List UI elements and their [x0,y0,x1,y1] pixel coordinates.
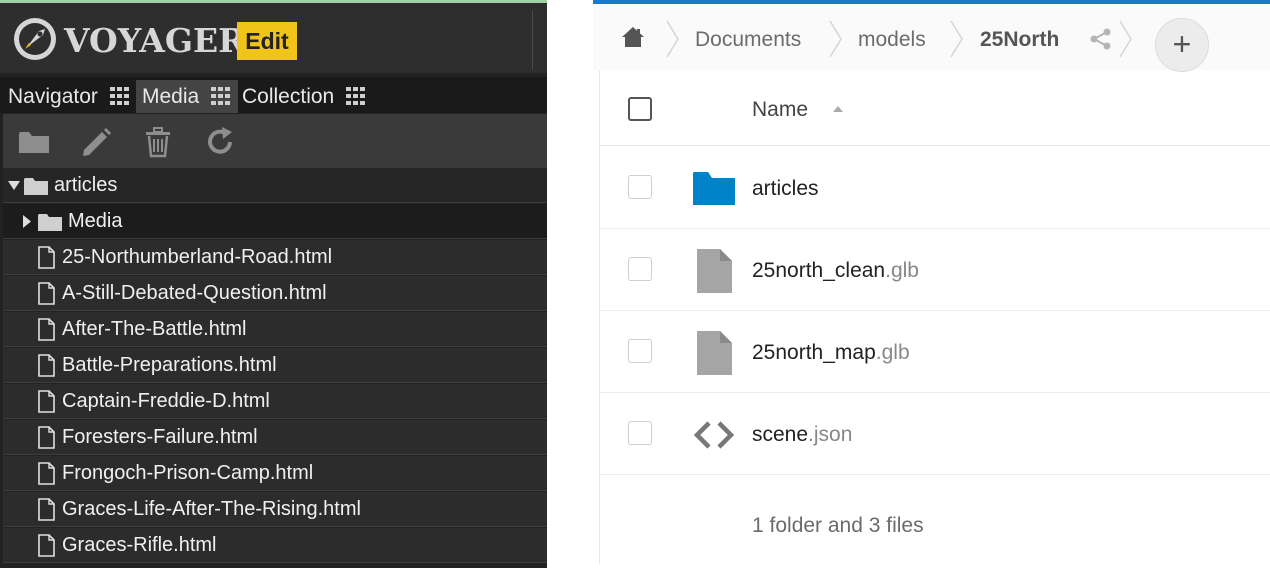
file-label: Foresters-Failure.html [62,426,258,448]
file-extension: .json [808,423,853,446]
file-row[interactable]: scene.json [600,393,1270,475]
file-label: Graces-Rifle.html [62,534,217,556]
folder-icon [693,172,735,205]
caret-down-icon[interactable] [8,181,20,191]
tree-file[interactable]: Graces-Rifle.html [3,528,547,563]
add-new-button[interactable]: + [1155,18,1209,72]
chevron-right-icon [1119,20,1132,58]
media-toolbar [3,114,547,168]
file-base-name: articles [752,177,819,200]
sort-ascending-icon[interactable] [832,104,844,114]
breadcrumb: Documents models 25North + [593,4,1270,72]
chevron-right-icon [950,20,963,58]
file-icon [697,249,732,293]
file-icon [38,246,55,269]
file-icon [38,282,55,305]
tree-file[interactable]: 25-Northumberland-Road.html [3,240,547,275]
file-icon [38,462,55,485]
tab-collection[interactable]: Collection [236,80,384,113]
tree-file[interactable]: Foresters-Failure.html [3,420,547,455]
tree-file[interactable]: A-Still-Debated-Question.html [3,276,547,311]
tab-navigator[interactable]: Navigator [2,80,134,113]
folder-icon [38,214,62,231]
file-name[interactable]: 25north_clean.glb [752,259,919,283]
file-extension: .glb [885,259,919,282]
file-icon [38,318,55,341]
tree-file[interactable]: Frongoch-Prison-Camp.html [3,456,547,491]
row-checkbox[interactable] [628,339,652,363]
select-all-checkbox[interactable] [628,97,652,121]
folder-icon[interactable] [18,126,50,158]
grid-icon[interactable] [346,87,366,105]
header-divider [532,11,533,69]
file-extension: .glb [875,341,910,364]
edit-mode-badge[interactable]: Edit [237,22,297,60]
voyager-panel: VOYAGER Edit Navigator Media Collection [0,0,547,568]
file-icon [38,354,55,377]
breadcrumb-documents[interactable]: Documents [695,28,801,52]
file-label: After-The-Battle.html [62,318,247,340]
files-panel: Documents models 25North + Name articles [593,0,1270,568]
grid-icon[interactable] [109,87,130,105]
row-checkbox[interactable] [628,257,652,281]
tree-folder-articles[interactable]: articles [3,168,547,203]
media-tree: articles Media 25-Northumberland-Road.ht… [3,168,547,568]
app-title: VOYAGER [64,21,246,60]
home-icon[interactable] [621,26,645,48]
file-label: Captain-Freddie-D.html [62,390,270,412]
file-icon [38,390,55,413]
file-label: A-Still-Debated-Question.html [62,282,327,304]
tree-file[interactable]: Graces-Life-After-The-Rising.html [3,492,547,527]
file-icon [38,426,55,449]
tree-folder-label: articles [54,174,118,196]
file-base-name: scene [752,423,809,446]
file-base-name: 25north_map [752,341,876,364]
file-label: 25-Northumberland-Road.html [62,246,333,268]
pencil-icon[interactable] [80,126,112,158]
file-list-header: Name [600,72,1270,146]
file-row[interactable]: 25north_clean.glb [600,229,1270,311]
tree-folder-media[interactable]: Media [3,204,547,239]
refresh-icon[interactable] [204,126,236,158]
row-checkbox[interactable] [628,175,652,199]
file-label: Graces-Life-After-The-Rising.html [62,498,361,520]
tab-media[interactable]: Media [136,80,238,113]
trash-icon[interactable] [142,126,174,158]
file-label: Frongoch-Prison-Camp.html [62,462,314,484]
file-label: Battle-Preparations.html [62,354,277,376]
tree-folder-label: Media [68,210,123,232]
tab-label: Collection [242,85,335,108]
file-icon [38,534,55,557]
app-header: VOYAGER Edit [0,3,547,73]
file-name[interactable]: articles [752,177,819,201]
file-base-name: 25north_clean [752,259,886,282]
file-row[interactable]: 25north_map.glb [600,311,1270,393]
file-name[interactable]: 25north_map.glb [752,341,910,365]
file-icon [697,331,732,375]
voyager-logo-icon [14,18,56,60]
row-checkbox[interactable] [628,421,652,445]
panel-tabs: Navigator Media Collection [0,77,547,113]
grid-icon[interactable] [211,87,231,105]
tree-file[interactable]: Captain-Freddie-D.html [3,384,547,419]
tab-label: Navigator [8,85,98,108]
column-header-name[interactable]: Name [752,98,808,122]
share-icon[interactable] [1090,28,1112,50]
code-icon [693,421,735,449]
file-icon [38,498,55,521]
tree-file[interactable]: After-The-Battle.html [3,312,547,347]
folder-icon [24,178,48,195]
file-row[interactable]: articles [600,147,1270,229]
tree-file[interactable]: Battle-Preparations.html [3,348,547,383]
file-count-summary: 1 folder and 3 files [752,514,924,537]
chevron-right-icon [829,20,842,58]
breadcrumb-current[interactable]: 25North [980,28,1059,52]
tab-label: Media [142,85,200,108]
file-name[interactable]: scene.json [752,423,852,447]
breadcrumb-models[interactable]: models [858,28,926,52]
chevron-right-icon [666,20,679,58]
caret-right-icon[interactable] [23,215,31,228]
